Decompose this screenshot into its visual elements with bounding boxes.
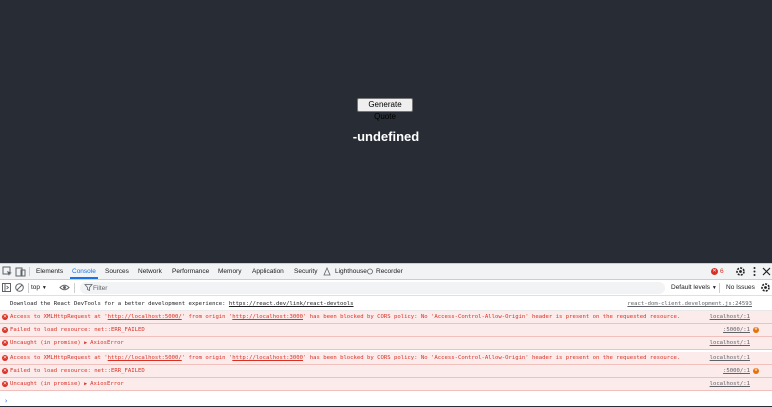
filter-icon (84, 284, 93, 292)
message-text[interactable]: Uncaught (in promise) ▶ AxiosError (10, 337, 124, 349)
message-origin-link[interactable]: http://localhost:3000 (232, 314, 303, 320)
tab-memory[interactable]: Memory (218, 264, 241, 279)
issues-button[interactable]: No Issues (726, 282, 755, 293)
eye-icon[interactable] (59, 282, 70, 293)
app-viewport: Generate Quote -undefined (0, 0, 772, 263)
message-mid: ' from origin ' (181, 355, 233, 361)
message-body: AxiosError (90, 340, 124, 346)
dropdown-arrow-icon: ▼ (711, 285, 717, 291)
tab-application[interactable]: Application (252, 264, 284, 279)
recorder-icon (367, 268, 373, 275)
message-prefix: Access to XMLHttpRequest at ' (10, 314, 108, 320)
message-source-link[interactable]: localhost/:1 (710, 352, 750, 364)
console-message-error: ✕ Uncaught (in promise) ▶ AxiosError loc… (0, 337, 772, 350)
console-message-error: ✕ Access to XMLHttpRequest at 'http://lo… (0, 352, 772, 365)
generate-quote-button[interactable]: Generate Quote (357, 98, 413, 121)
log-levels-label: Default levels (671, 284, 711, 291)
console-settings-icon[interactable] (760, 282, 771, 293)
filter-box (80, 282, 665, 294)
performance-insights-icon[interactable] (323, 267, 331, 276)
log-levels-dropdown[interactable]: Default levels ▼ (671, 282, 717, 293)
message-source-link[interactable]: localhost/:1 (710, 378, 750, 390)
message-prefix: Uncaught (in promise) (10, 340, 85, 346)
inspect-element-icon[interactable] (2, 266, 13, 277)
tab-performance[interactable]: Performance (172, 264, 209, 279)
toolbar-separator (28, 283, 29, 293)
tab-elements[interactable]: Elements (36, 264, 63, 279)
toolbar-separator (74, 283, 75, 293)
error-count: 6 (720, 268, 724, 275)
context-label: top (31, 284, 41, 291)
tab-network[interactable]: Network (138, 264, 162, 279)
message-url-link[interactable]: http://localhost:5000/ (108, 355, 182, 361)
message-origin-link[interactable]: http://localhost:3000 (232, 355, 303, 361)
message-prefix: Access to XMLHttpRequest at ' (10, 355, 108, 361)
devtools-tab-bar: Elements Console Sources Network Perform… (0, 264, 772, 280)
tab-separator (29, 267, 30, 276)
console-output: Download the React DevTools for a better… (0, 296, 772, 407)
message-link[interactable]: https://react.dev/link/react-devtools (229, 301, 354, 307)
device-toolbar-icon[interactable] (15, 266, 26, 277)
console-message-info: Download the React DevTools for a better… (0, 298, 772, 311)
console-message-error: ✕ Failed to load resource: net::ERR_FAIL… (0, 324, 772, 337)
message-text[interactable]: Uncaught (in promise) ▶ AxiosError (10, 378, 124, 390)
message-prefix: Uncaught (in promise) (10, 381, 85, 387)
console-message-error: ✕ Uncaught (in promise) ▶ AxiosError loc… (0, 378, 772, 391)
message-source-link[interactable]: localhost/:1 (710, 311, 750, 323)
console-toolbar: top ▼ Default levels ▼ No Issues (0, 280, 772, 296)
message-text: Access to XMLHttpRequest at 'http://loca… (10, 352, 681, 364)
filter-input[interactable] (93, 282, 653, 294)
toolbar-separator (719, 283, 720, 293)
devtools-panel: Elements Console Sources Network Perform… (0, 263, 772, 406)
console-prompt-icon[interactable]: › (4, 397, 8, 405)
message-source-link[interactable]: react-dom-client.development.js:24593 (627, 298, 752, 310)
error-icon: ✕ (2, 368, 8, 374)
message-text: Failed to load resource: net::ERR_FAILED (10, 368, 145, 374)
error-icon: ✕ (2, 314, 8, 320)
error-count-badge[interactable]: ✕ 6 (711, 266, 724, 277)
tab-recorder[interactable]: Recorder (376, 264, 403, 279)
message-source-link[interactable]: :5000/:1 (723, 365, 750, 377)
error-icon: ✕ (2, 355, 8, 361)
message-mid: ' from origin ' (181, 314, 233, 320)
clear-console-icon[interactable] (14, 282, 25, 293)
tab-console[interactable]: Console (70, 264, 98, 279)
message-source-link[interactable]: :5000/:1 (723, 324, 750, 336)
error-icon: ✕ (2, 327, 8, 333)
context-selector[interactable]: top ▼ (31, 282, 47, 293)
close-icon[interactable] (761, 266, 772, 277)
network-request-icon[interactable]: ⊗ (753, 327, 759, 333)
more-options-icon[interactable] (749, 266, 760, 277)
message-text: Failed to load resource: net::ERR_FAILED (10, 327, 145, 333)
error-icon: ✕ (711, 267, 718, 275)
sidebar-toggle-icon[interactable] (1, 282, 12, 293)
message-body: AxiosError (90, 381, 124, 387)
message-text: Download the React DevTools for a better… (10, 298, 354, 310)
tab-security[interactable]: Security (294, 264, 317, 279)
error-icon: ✕ (2, 381, 8, 387)
error-icon: ✕ (2, 340, 8, 346)
quote-text: -undefined (352, 129, 420, 144)
message-suffix: ' has been blocked by CORS policy: No 'A… (303, 314, 681, 320)
console-message-error: ✕ Failed to load resource: net::ERR_FAIL… (0, 365, 772, 378)
network-request-icon[interactable]: ⊗ (753, 368, 759, 374)
message-suffix: ' has been blocked by CORS policy: No 'A… (303, 355, 681, 361)
gear-icon[interactable] (735, 266, 746, 277)
message-url-link[interactable]: http://localhost:5000/ (108, 314, 182, 320)
tab-sources[interactable]: Sources (105, 264, 129, 279)
message-source-link[interactable]: localhost/:1 (710, 337, 750, 349)
console-message-error: ✕ Access to XMLHttpRequest at 'http://lo… (0, 311, 772, 324)
message-text: Access to XMLHttpRequest at 'http://loca… (10, 311, 681, 323)
dropdown-arrow-icon: ▼ (41, 285, 47, 291)
message-body: Download the React DevTools for a better… (10, 301, 229, 307)
tab-lighthouse[interactable]: Lighthouse (335, 264, 367, 279)
